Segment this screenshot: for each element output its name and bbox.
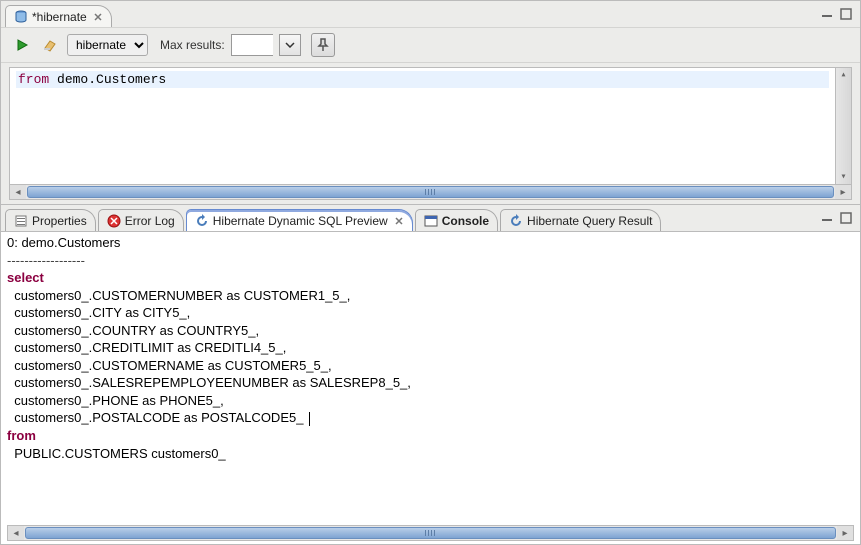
- minimize-icon[interactable]: [820, 9, 834, 19]
- maximize-icon[interactable]: [840, 212, 852, 224]
- minimize-icon[interactable]: [820, 213, 834, 223]
- horizontal-scrollbar[interactable]: ◂ ▸: [7, 525, 854, 541]
- hql-keyword: from: [18, 72, 49, 87]
- tab-query-result[interactable]: Hibernate Query Result: [500, 209, 661, 231]
- tab-label: Error Log: [125, 214, 175, 228]
- tab-label: Properties: [32, 214, 87, 228]
- tab-label: Console: [442, 214, 489, 228]
- tab-error-log[interactable]: Error Log: [98, 209, 184, 231]
- vertical-scrollbar[interactable]: ▴ ▾: [835, 68, 851, 184]
- error-icon: [107, 214, 121, 228]
- max-results-dropdown[interactable]: [279, 34, 301, 56]
- pane-controls: [820, 205, 860, 231]
- properties-icon: [14, 214, 28, 228]
- max-results-input[interactable]: [231, 34, 273, 56]
- hql-toolbar: hibernate Max results:: [1, 27, 860, 63]
- scroll-thumb[interactable]: [27, 186, 834, 198]
- tab-label: Hibernate Dynamic SQL Preview: [213, 214, 388, 228]
- hql-editor[interactable]: from demo.Customers ▴ ▾: [9, 67, 852, 184]
- horizontal-scrollbar[interactable]: ◂ ▸: [9, 184, 852, 200]
- scroll-thumb[interactable]: [25, 527, 836, 539]
- tab-properties[interactable]: Properties: [5, 209, 96, 231]
- pane-controls: [820, 1, 860, 27]
- scroll-down-icon[interactable]: ▾: [836, 170, 851, 184]
- hql-editor-wrap: from demo.Customers ▴ ▾ ◂ ▸: [9, 67, 852, 200]
- scroll-track[interactable]: [24, 526, 837, 540]
- sql-text[interactable]: 0: demo.Customers------------------selec…: [1, 232, 860, 525]
- editor-tab-bar: *hibernate: [1, 1, 860, 27]
- tab-label: Hibernate Query Result: [527, 214, 652, 228]
- tab-label: *hibernate: [32, 10, 87, 24]
- tab-console[interactable]: Console: [415, 209, 498, 231]
- db-icon: [14, 10, 28, 24]
- hql-content[interactable]: from demo.Customers: [10, 68, 835, 184]
- scroll-track[interactable]: [26, 185, 835, 199]
- config-selector[interactable]: hibernate: [67, 34, 148, 56]
- scroll-up-icon[interactable]: ▴: [836, 68, 851, 82]
- hql-rest: demo.Customers: [49, 72, 166, 87]
- max-results-label: Max results:: [160, 38, 225, 52]
- scroll-right-icon[interactable]: ▸: [837, 526, 853, 540]
- scroll-left-icon[interactable]: ◂: [10, 185, 26, 199]
- sql-preview-content: 0: demo.Customers------------------selec…: [1, 231, 860, 544]
- results-pane: Properties Error Log Hibernate Dynamic S…: [0, 205, 861, 545]
- close-icon[interactable]: [93, 12, 103, 22]
- refresh-icon: [509, 214, 523, 228]
- refresh-icon: [195, 214, 209, 228]
- scroll-left-icon[interactable]: ◂: [8, 526, 24, 540]
- console-icon: [424, 214, 438, 228]
- clear-button[interactable]: [39, 34, 61, 56]
- scroll-right-icon[interactable]: ▸: [835, 185, 851, 199]
- tab-hibernate[interactable]: *hibernate: [5, 5, 112, 27]
- tab-sql-preview[interactable]: Hibernate Dynamic SQL Preview: [186, 209, 413, 231]
- pin-button[interactable]: [311, 33, 335, 57]
- run-button[interactable]: [11, 34, 33, 56]
- editor-pane: *hibernate hibernate Max results:: [0, 0, 861, 205]
- maximize-icon[interactable]: [840, 8, 852, 20]
- close-icon[interactable]: [394, 216, 404, 226]
- bottom-tab-bar: Properties Error Log Hibernate Dynamic S…: [1, 205, 860, 231]
